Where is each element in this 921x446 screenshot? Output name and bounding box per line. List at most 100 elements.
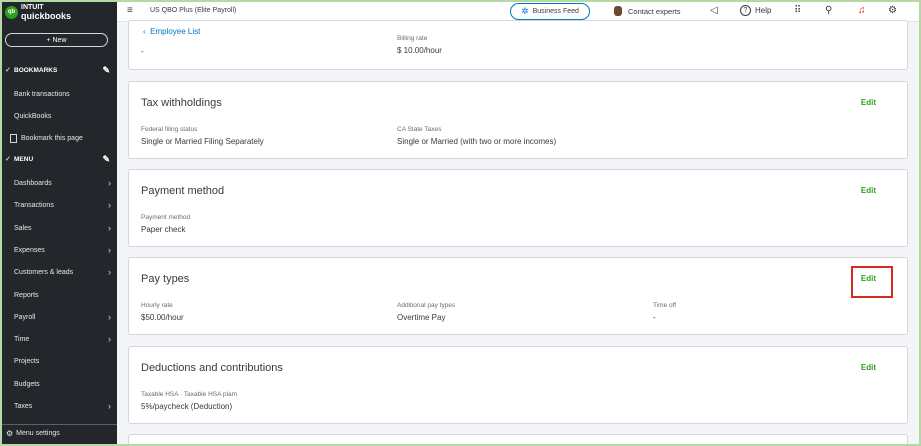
chevron-right-icon: › [108, 334, 111, 344]
pencil-icon[interactable]: ✎ [102, 154, 110, 165]
sidebar-item-reports[interactable]: Reports [2, 285, 117, 305]
chevron-right-icon: › [108, 267, 111, 277]
menu-settings-button[interactable]: ⚙ Menu settings [2, 424, 117, 442]
menu-settings-label: Menu settings [16, 430, 60, 437]
next-card [128, 434, 908, 444]
sidebar-item-bookmark-this-page[interactable]: Bookmark this page [2, 128, 117, 148]
back-link-label: Employee List [150, 27, 201, 36]
sidebar-item-label: QuickBooks [14, 112, 52, 120]
sidebar-item-label: Budgets [14, 380, 40, 388]
sidebar-item-label: Expenses [14, 246, 45, 254]
menu-heading[interactable]: ✓ MENU ✎ [2, 151, 117, 167]
sidebar-item-label: Transactions [14, 201, 54, 209]
pay-types-card: Pay types Edit Hourly rate $50.00/hour A… [128, 257, 908, 335]
help-icon: ? [740, 5, 751, 16]
field-value: $50.00/hour [141, 313, 184, 322]
chevron-right-icon: › [108, 200, 111, 210]
payment-method-card: Payment method Edit Payment method Paper… [128, 169, 908, 247]
sidebar-item-taxes[interactable]: Taxes › [2, 396, 117, 416]
sidebar-item-label: Time [14, 335, 30, 343]
sidebar-item-quickbooks[interactable]: QuickBooks [2, 106, 117, 126]
notifications-bell-icon[interactable]: ♫ [858, 5, 866, 16]
new-button[interactable]: + New [5, 33, 108, 47]
field-label: Federal filing status [141, 126, 198, 133]
collapse-menu-icon[interactable]: ≡ [127, 5, 133, 16]
chevron-right-icon: › [108, 312, 111, 322]
business-feed-button[interactable]: ✲ Business Feed [510, 3, 590, 20]
sidebar-item-projects[interactable]: Projects [2, 351, 117, 371]
help-label: Help [755, 6, 772, 15]
contact-experts-label: Contact experts [628, 6, 681, 16]
checkmark-icon: ✓ [5, 67, 11, 74]
field-value: Paper check [141, 225, 186, 234]
menu-heading-label: MENU [14, 155, 34, 163]
chevron-right-icon: › [108, 401, 111, 411]
field-value: Overtime Pay [397, 313, 446, 322]
top-left-value: - [141, 47, 144, 56]
bookmark-icon [10, 133, 17, 143]
top-bar: ≡ US QBO Plus (Elite Payroll) ✲ Business… [117, 2, 919, 22]
deductions-contributions-card: Deductions and contributions Edit Taxabl… [128, 346, 908, 424]
edit-payment-method-link[interactable]: Edit [861, 186, 876, 195]
sidebar-item-expenses[interactable]: Expenses › [2, 240, 117, 260]
sidebar: qb INTUIT quickbooks + New ✓ BOOKMARKS ✎… [2, 2, 117, 444]
sidebar-item-bank-transactions[interactable]: Bank transactions [2, 84, 117, 104]
back-to-employee-list-link[interactable]: ‹ Employee List [143, 27, 200, 36]
sidebar-item-transactions[interactable]: Transactions › [2, 195, 117, 215]
contact-experts-button[interactable]: Contact experts [614, 6, 681, 16]
tax-withholdings-card: Tax withholdings Edit Federal filing sta… [128, 81, 908, 159]
sidebar-item-budgets[interactable]: Budgets [2, 374, 117, 394]
edit-deductions-link[interactable]: Edit [861, 363, 876, 372]
sidebar-item-label: Taxes [14, 402, 33, 410]
megaphone-icon[interactable]: ◁ [710, 5, 718, 16]
field-value: 5%/paycheck (Deduction) [141, 402, 233, 411]
sidebar-item-label: Dashboards [14, 179, 52, 187]
sidebar-item-sales[interactable]: Sales › [2, 218, 117, 238]
section-title: Deductions and contributions [141, 362, 283, 374]
company-name: US QBO Plus (Elite Payroll) [150, 7, 237, 14]
field-label: CA State Taxes [397, 126, 442, 133]
sidebar-item-label: Reports [14, 291, 39, 299]
field-value: - [653, 313, 656, 322]
app-frame: qb INTUIT quickbooks + New ✓ BOOKMARKS ✎… [0, 0, 921, 446]
field-value: Single or Married (with two or more inco… [397, 137, 557, 146]
sidebar-item-label: Projects [14, 357, 40, 365]
sidebar-item-label: Bank transactions [14, 90, 70, 98]
bookmarks-heading[interactable]: ✓ BOOKMARKS ✎ [2, 62, 117, 78]
main-content: ‹ Employee List - Billing rate $ 10.00/h… [117, 20, 919, 444]
sidebar-item-dashboards[interactable]: Dashboards › [2, 173, 117, 193]
field-label: Hourly rate [141, 302, 173, 309]
field-label: Time off [653, 302, 677, 309]
chevron-right-icon: › [108, 223, 111, 233]
sidebar-item-label: Payroll [14, 313, 36, 321]
quickbooks-logo[interactable]: qb INTUIT quickbooks [5, 4, 71, 21]
chevron-right-icon: › [108, 178, 111, 188]
chevron-right-icon: › [108, 245, 111, 255]
field-label: Additional pay types [397, 302, 456, 309]
pencil-icon[interactable]: ✎ [102, 65, 110, 76]
edit-pay-types-link[interactable]: Edit [861, 274, 876, 283]
sidebar-item-label: Bookmark this page [21, 134, 83, 142]
billing-rate-value: $ 10.00/hour [397, 46, 442, 55]
field-value: Single or Married Filing Separately [141, 137, 264, 146]
billing-rate-label: Billing rate [397, 35, 428, 42]
sparkle-icon: ✲ [521, 6, 529, 16]
apps-grid-icon[interactable]: ⠿ [794, 5, 801, 16]
sidebar-item-label: Sales [14, 224, 32, 232]
gear-icon: ⚙ [6, 429, 14, 438]
sidebar-item-time[interactable]: Time › [2, 329, 117, 349]
business-feed-label: Business Feed [532, 8, 579, 15]
help-button[interactable]: ? Help [740, 5, 771, 16]
gear-icon[interactable]: ⚙ [888, 5, 897, 16]
section-title: Payment method [141, 185, 225, 197]
bookmarks-heading-label: BOOKMARKS [14, 66, 58, 74]
sidebar-item-customers-leads[interactable]: Customers & leads › [2, 262, 117, 282]
edit-tax-withholdings-link[interactable]: Edit [861, 98, 876, 107]
expert-avatar [614, 6, 622, 16]
checkmark-icon: ✓ [5, 156, 11, 163]
sidebar-item-payroll[interactable]: Payroll › [2, 307, 117, 327]
qb-logo-icon: qb [5, 5, 18, 19]
field-label: Taxable HSA · Taxable HSA plam [141, 391, 237, 398]
section-title: Pay types [141, 273, 190, 285]
search-icon[interactable]: ⚲ [825, 5, 832, 16]
